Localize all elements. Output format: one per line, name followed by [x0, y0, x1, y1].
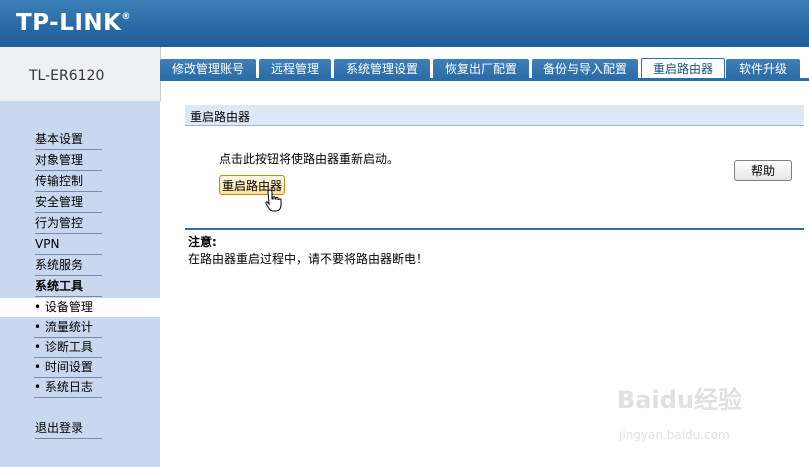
tab-backup-import[interactable]: 备份与导入配置 [532, 59, 638, 79]
sidebar-item-behavior-control[interactable]: 行为管控 [35, 214, 102, 234]
restart-description: 点击此按钮将使路由器重新启动。 [219, 152, 400, 166]
sidebar: 基本设置 对象管理 传输控制 安全管理 行为管控 VPN 系统服务 系统工具 •… [0, 101, 160, 467]
sidebar-subitem-time-settings[interactable]: • 时间设置 [34, 358, 102, 378]
tab-underline [160, 78, 809, 81]
header-bar: TP-LINK® [0, 0, 809, 47]
baidu-jingyan-watermark: Baidu经验 jingyan.baidu.com [617, 380, 767, 450]
sidebar-item-security-management[interactable]: 安全管理 [35, 193, 102, 213]
watermark-main-text: Baidu经验 [617, 386, 742, 414]
tab-remote-management[interactable]: 远程管理 [259, 59, 331, 79]
model-name: TL-ER6120 [29, 68, 105, 84]
sidebar-subitem-diagnostic-tools[interactable]: • 诊断工具 [34, 338, 102, 358]
section-header: 重启路由器 [185, 105, 804, 126]
sidebar-item-transmission-control[interactable]: 传输控制 [35, 172, 102, 192]
sidebar-item-system-services[interactable]: 系统服务 [35, 256, 102, 276]
tab-factory-reset[interactable]: 恢复出厂配置 [433, 59, 529, 79]
model-label-box: TL-ER6120 [0, 47, 161, 101]
sidebar-subitem-device-management[interactable]: • 设备管理 [0, 298, 160, 317]
watermark-url-text: jingyan.baidu.com [619, 428, 730, 442]
section-title: 重启路由器 [190, 110, 251, 124]
sidebar-item-logout[interactable]: 退出登录 [35, 419, 102, 439]
tp-link-logo: TP-LINK® [16, 10, 131, 36]
sidebar-item-system-tools[interactable]: 系统工具 [35, 277, 102, 297]
help-button[interactable]: 帮助 [734, 160, 792, 181]
section-divider [185, 228, 804, 230]
sidebar-subitem-system-log[interactable]: • 系统日志 [34, 378, 102, 398]
tab-restart-router[interactable]: 重启路由器 [641, 58, 725, 80]
sidebar-item-object-management[interactable]: 对象管理 [35, 151, 102, 171]
sidebar-item-basic-settings[interactable]: 基本设置 [35, 130, 102, 150]
sidebar-subitem-traffic-statistics[interactable]: • 流量统计 [34, 318, 102, 338]
hand-pointer-cursor-icon [265, 189, 282, 212]
tab-firmware-upgrade[interactable]: 软件升级 [726, 59, 800, 79]
tab-modify-admin-account[interactable]: 修改管理账号 [160, 59, 256, 79]
note-title: 注意: [188, 235, 217, 249]
sidebar-item-vpn[interactable]: VPN [35, 235, 102, 255]
tab-system-settings[interactable]: 系统管理设置 [334, 59, 430, 79]
note-text: 在路由器重启过程中，请不要将路由器断电！ [188, 252, 429, 266]
